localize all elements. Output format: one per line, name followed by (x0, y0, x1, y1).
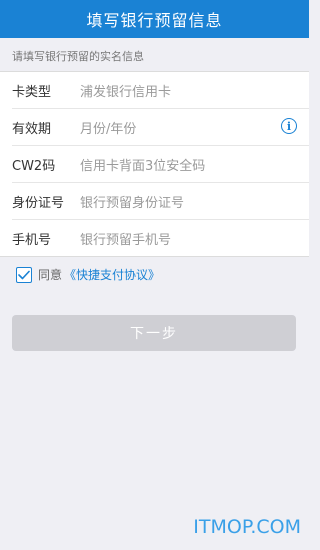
bank-info-form: 卡类型 浦发银行信用卡 有效期 月份/年份 i CW2码 信用卡背面3位安全码 … (0, 71, 309, 257)
checkmark-icon (18, 270, 30, 279)
phone-input[interactable]: 银行预留手机号 (80, 229, 171, 248)
expiry-row[interactable]: 有效期 月份/年份 i (12, 109, 309, 146)
expiry-label: 有效期 (12, 121, 52, 137)
id-number-label: 身份证号 (12, 195, 65, 211)
cvv-input[interactable]: 信用卡背面3位安全码 (80, 155, 205, 174)
id-number-row[interactable]: 身份证号 银行预留身份证号 (12, 183, 309, 220)
cvv-row[interactable]: CW2码 信用卡背面3位安全码 (12, 146, 309, 183)
agree-checkbox[interactable] (16, 266, 32, 283)
next-button[interactable]: 下一步 (12, 315, 296, 351)
agreement-row: 同意 《快捷支付协议》 (16, 266, 160, 283)
agree-text: 同意 (38, 268, 63, 282)
card-type-label: 卡类型 (12, 84, 52, 100)
page-header: 填写银行预留信息 (0, 0, 309, 38)
card-type-row: 卡类型 浦发银行信用卡 (12, 72, 309, 109)
phone-label: 手机号 (12, 232, 52, 248)
info-icon[interactable]: i (281, 118, 297, 134)
agreement-link[interactable]: 《快捷支付协议》 (64, 266, 160, 283)
page-title: 填写银行预留信息 (86, 11, 223, 30)
phone-row[interactable]: 手机号 银行预留手机号 (12, 220, 309, 256)
expiry-input[interactable]: 月份/年份 (80, 118, 136, 137)
form-hint: 请填写银行预留的实名信息 (12, 50, 144, 63)
cvv-label: CW2码 (12, 158, 56, 174)
id-number-input[interactable]: 银行预留身份证号 (80, 192, 184, 211)
card-type-value: 浦发银行信用卡 (80, 84, 172, 100)
watermark-logo: ITMOP.COM (193, 516, 301, 538)
